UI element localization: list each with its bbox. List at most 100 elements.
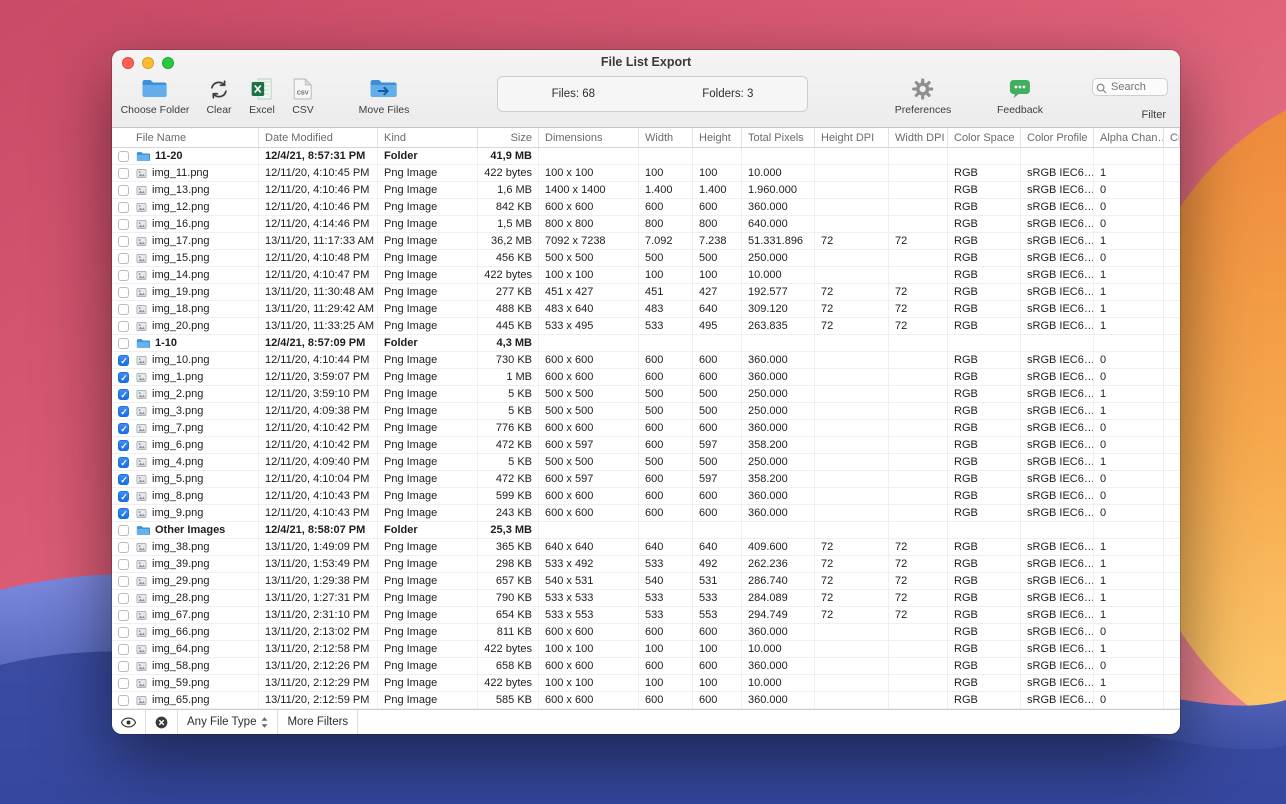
file-row[interactable]: img_7.png 12/11/20, 4:10:42 PMPng Image77… (112, 420, 1180, 437)
row-checkbox[interactable] (117, 388, 130, 401)
row-checkbox[interactable] (117, 337, 129, 349)
row-checkbox[interactable] (117, 201, 129, 213)
column-header-total-pixels[interactable]: Total Pixels (742, 128, 815, 147)
file-row[interactable]: img_38.png 13/11/20, 1:49:09 PM Png Image 3… (112, 539, 1180, 556)
file-name: img_8.png (152, 490, 204, 502)
column-header-color-space[interactable]: Color Space (948, 128, 1021, 147)
row-checkbox[interactable] (117, 507, 130, 520)
column-header-height[interactable]: Height (693, 128, 742, 147)
file-row[interactable]: img_5.png 12/11/20, 4:10:04 PMPng Image47… (112, 471, 1180, 488)
row-checkbox[interactable] (117, 252, 129, 264)
excel-export-button[interactable]: Excel (249, 76, 275, 116)
file-row[interactable]: img_11.png 12/11/20, 4:10:45 PM Png Image 4… (112, 165, 1180, 182)
move-files-button[interactable]: Move Files (359, 76, 409, 116)
file-row[interactable]: img_64.png 13/11/20, 2:12:58 PM Png Image 4… (112, 641, 1180, 658)
cell-cp: sRGB IEC6… (1021, 454, 1094, 470)
file-row[interactable]: img_1.png 12/11/20, 3:59:07 PMPng Image1 … (112, 369, 1180, 386)
choose-folder-button[interactable]: Choose Folder (121, 76, 189, 116)
file-row[interactable]: img_28.png 13/11/20, 1:27:31 PM Png Image 7… (112, 590, 1180, 607)
column-header-width[interactable]: Width (639, 128, 693, 147)
file-row[interactable]: img_13.png 12/11/20, 4:10:46 PM Png Image 1… (112, 182, 1180, 199)
preferences-button[interactable]: Preferences (895, 76, 951, 116)
file-row[interactable]: img_58.png 13/11/20, 2:12:26 PM Png Image 6… (112, 658, 1180, 675)
close-button[interactable] (122, 57, 134, 69)
csv-export-button[interactable]: CSV CSV (292, 76, 314, 116)
cell-cp: sRGB IEC6… (1021, 488, 1094, 504)
file-row[interactable]: img_17.png 13/11/20, 11:17:33 AM Png Image… (112, 233, 1180, 250)
row-checkbox[interactable] (117, 456, 130, 469)
row-checkbox[interactable] (117, 235, 129, 247)
row-checkbox[interactable] (117, 405, 130, 418)
file-row[interactable]: img_14.png 12/11/20, 4:10:47 PM Png Image 4… (112, 267, 1180, 284)
row-checkbox[interactable] (117, 422, 130, 435)
row-checkbox[interactable] (117, 592, 129, 604)
row-checkbox[interactable] (117, 320, 129, 332)
row-checkbox[interactable] (117, 354, 130, 367)
file-row[interactable]: img_39.png 13/11/20, 1:53:49 PM Png Image 2… (112, 556, 1180, 573)
row-checkbox[interactable] (117, 473, 130, 486)
cell-hdpi (815, 267, 889, 283)
file-row[interactable]: img_8.png 12/11/20, 4:10:43 PMPng Image59… (112, 488, 1180, 505)
zoom-button[interactable] (162, 57, 174, 69)
column-header-size[interactable]: Size (478, 128, 539, 147)
file-row[interactable]: img_66.png 13/11/20, 2:13:02 PM Png Image 8… (112, 624, 1180, 641)
row-checkbox[interactable] (117, 626, 129, 638)
folder-row[interactable]: 1-10 12/4/21, 8:57:09 PM Folder 4,3 MB (112, 335, 1180, 352)
file-row[interactable]: img_19.png 13/11/20, 11:30:48 AM Png Image… (112, 284, 1180, 301)
row-checkbox[interactable] (117, 371, 130, 384)
column-header-file-name[interactable]: File Name (134, 128, 259, 147)
row-checkbox[interactable] (117, 524, 129, 536)
file-row[interactable]: img_29.png 13/11/20, 1:29:38 PM Png Image 6… (112, 573, 1180, 590)
row-checkbox[interactable] (117, 303, 129, 315)
column-header-width-dpi[interactable]: Width DPI (889, 128, 948, 147)
clear-button[interactable]: Clear (206, 76, 232, 116)
row-checkbox[interactable] (117, 490, 130, 503)
file-row[interactable]: img_12.png 12/11/20, 4:10:46 PM Png Image 8… (112, 199, 1180, 216)
file-row[interactable]: img_2.png 12/11/20, 3:59:10 PMPng Image5 … (112, 386, 1180, 403)
row-checkbox[interactable] (117, 558, 129, 570)
feedback-button[interactable]: Feedback (997, 76, 1043, 116)
column-header-alpha-channel[interactable]: Alpha Chan… (1094, 128, 1164, 147)
more-filters-button[interactable]: More Filters (278, 710, 359, 734)
row-checkbox[interactable] (117, 439, 130, 452)
column-header-dimensions[interactable]: Dimensions (539, 128, 639, 147)
column-header-date-modified[interactable]: Date Modified (259, 128, 378, 147)
file-row[interactable]: img_65.png 13/11/20, 2:12:59 PM Png Image 5… (112, 692, 1180, 709)
row-checkbox[interactable] (117, 643, 129, 655)
file-row[interactable]: img_67.png 13/11/20, 2:31:10 PM Png Image 6… (112, 607, 1180, 624)
folder-row[interactable]: Other Images 12/4/21, 8:58:07 PM Folder 25,… (112, 522, 1180, 539)
row-checkbox[interactable] (117, 218, 129, 230)
file-row[interactable]: img_6.png 12/11/20, 4:10:42 PMPng Image47… (112, 437, 1180, 454)
row-checkbox[interactable] (117, 184, 129, 196)
row-checkbox[interactable] (117, 575, 129, 587)
row-checkbox[interactable] (117, 167, 129, 179)
row-checkbox[interactable] (117, 694, 129, 706)
file-row[interactable]: img_15.png 12/11/20, 4:10:48 PM Png Image 4… (112, 250, 1180, 267)
titlebar[interactable]: File List Export (112, 50, 1180, 73)
file-row[interactable]: img_4.png 12/11/20, 4:09:40 PMPng Image5 … (112, 454, 1180, 471)
file-row[interactable]: img_10.png 12/11/20, 4:10:44 PMPng Image7… (112, 352, 1180, 369)
column-header-kind[interactable]: Kind (378, 128, 478, 147)
file-row[interactable]: img_16.png 12/11/20, 4:14:46 PM Png Image 1… (112, 216, 1180, 233)
folder-row[interactable]: 11-20 12/4/21, 8:57:31 PM Folder 41,9 MB (112, 148, 1180, 165)
file-row[interactable]: img_20.png 13/11/20, 11:33:25 AM Png Image… (112, 318, 1180, 335)
row-checkbox[interactable] (117, 269, 129, 281)
checkbox-cell (112, 403, 134, 419)
file-type-dropdown[interactable]: Any File Type (178, 710, 279, 734)
row-checkbox[interactable] (117, 286, 129, 298)
file-row[interactable]: img_9.png 12/11/20, 4:10:43 PMPng Image24… (112, 505, 1180, 522)
clear-filters-button[interactable] (146, 710, 178, 734)
row-checkbox[interactable] (117, 660, 129, 672)
column-header-creation[interactable]: Cr… (1164, 128, 1180, 147)
row-checkbox[interactable] (117, 677, 129, 689)
file-row[interactable]: img_3.png 12/11/20, 4:09:38 PMPng Image5 … (112, 403, 1180, 420)
row-checkbox[interactable] (117, 609, 129, 621)
file-row[interactable]: img_18.png 13/11/20, 11:29:42 AM Png Image… (112, 301, 1180, 318)
minimize-button[interactable] (142, 57, 154, 69)
row-checkbox[interactable] (117, 150, 129, 162)
column-header-color-profile[interactable]: Color Profile (1021, 128, 1094, 147)
column-header-height-dpi[interactable]: Height DPI (815, 128, 889, 147)
file-row[interactable]: img_59.png 13/11/20, 2:12:29 PM Png Image 4… (112, 675, 1180, 692)
row-checkbox[interactable] (117, 541, 129, 553)
show-hide-columns-button[interactable] (112, 710, 146, 734)
